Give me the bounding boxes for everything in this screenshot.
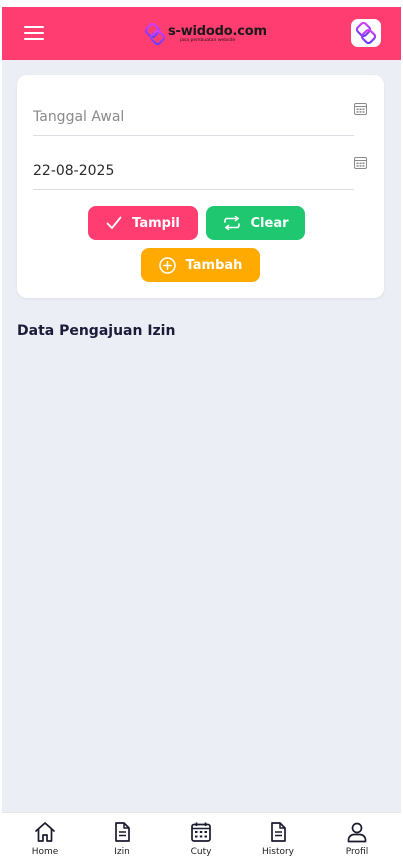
brand-name: s-widodo.com: [168, 23, 267, 39]
user-icon: [347, 822, 367, 843]
filter-card: Tampil Clear Tambah: [17, 75, 384, 298]
plus-circle-icon: [158, 256, 176, 274]
nav-item-cuty[interactable]: Cuty: [171, 813, 231, 866]
clear-label: Clear: [250, 215, 289, 231]
history-document-icon: [271, 822, 286, 842]
tampil-button[interactable]: Tampil: [88, 206, 198, 240]
start-date-field: [33, 92, 354, 136]
calendar-icon: [191, 822, 211, 842]
end-date-calendar-icon[interactable]: [354, 156, 367, 169]
section-title: Data Pengajuan Izin: [17, 323, 176, 339]
nav-label-cuty: Cuty: [190, 847, 212, 857]
top-bar: s-widodo.com jasa pembuatan website: [2, 7, 401, 60]
menu-icon[interactable]: [24, 26, 44, 40]
brand-tagline: jasa pembuatan website: [180, 37, 236, 43]
tampil-label: Tampil: [132, 215, 180, 231]
start-date-input[interactable]: [33, 109, 333, 125]
end-date-field: [33, 146, 354, 190]
tambah-button[interactable]: Tambah: [141, 248, 260, 282]
nav-label-home: Home: [31, 847, 59, 857]
bottom-nav: Home Izin Cuty History Profil: [2, 812, 401, 866]
tambah-label: Tambah: [185, 257, 243, 273]
nav-item-history[interactable]: History: [248, 813, 308, 866]
brand-mark-icon: [144, 23, 166, 45]
nav-item-home[interactable]: Home: [15, 813, 75, 866]
brand-logo: s-widodo.com jasa pembuatan website: [144, 22, 267, 46]
start-date-calendar-icon[interactable]: [354, 102, 367, 115]
home-icon: [35, 822, 55, 842]
document-icon: [115, 822, 130, 842]
nav-label-history: History: [261, 847, 295, 857]
check-icon: [106, 216, 122, 229]
clear-button[interactable]: Clear: [206, 206, 305, 240]
nav-label-profil: Profil: [345, 847, 369, 857]
end-date-input[interactable]: [33, 163, 333, 179]
app-logo-icon[interactable]: [351, 19, 381, 47]
nav-label-izin: Izin: [114, 847, 130, 857]
app-frame: s-widodo.com jasa pembuatan website Tang…: [2, 7, 401, 866]
nav-item-izin[interactable]: Izin: [92, 813, 152, 866]
nav-item-profil[interactable]: Profil: [327, 813, 387, 866]
repeat-icon: [223, 216, 240, 230]
